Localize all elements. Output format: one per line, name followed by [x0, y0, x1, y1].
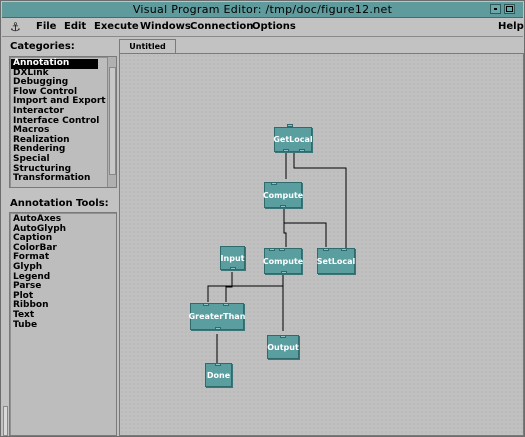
module-compute-middle-label: Compute — [262, 256, 304, 266]
tools-label: Annotation Tools: — [10, 198, 109, 209]
module-output[interactable]: Output — [267, 335, 299, 359]
tab-untitled[interactable]: Untitled — [119, 39, 176, 54]
module-getlocal-label: GetLocal — [273, 135, 313, 144]
wire-compute-compute — [283, 209, 287, 247]
module-compute-top-label: Compute — [262, 190, 304, 200]
categories-scroll-thumb[interactable] — [109, 67, 116, 175]
input-port[interactable] — [271, 182, 277, 185]
window-title: Visual Program Editor: /tmp/doc/figure12… — [132, 3, 393, 16]
menu-execute[interactable]: Execute — [94, 21, 139, 32]
module-input[interactable]: Input — [220, 246, 245, 270]
module-setlocal-label: SetLocal — [316, 256, 356, 266]
minimize-button[interactable] — [490, 4, 501, 14]
input-port[interactable] — [215, 363, 221, 366]
category-item[interactable]: Transformation — [11, 174, 107, 184]
input-port[interactable] — [323, 248, 329, 251]
categories-list[interactable]: Annotation DXLink Debugging Flow Control Imp… — [9, 56, 117, 188]
input-port[interactable] — [341, 248, 347, 251]
menu-help[interactable]: Help — [498, 21, 524, 32]
input-port[interactable] — [287, 124, 293, 127]
input-port[interactable] — [269, 248, 275, 251]
anchor-icon[interactable]: ⚓ — [10, 20, 21, 34]
input-port[interactable] — [280, 335, 286, 338]
module-input-label: Input — [220, 253, 245, 263]
tool-item[interactable]: Tube — [11, 320, 111, 331]
program-canvas[interactable]: GetLocal Compute Input Compute SetLocal — [119, 53, 524, 436]
module-setlocal[interactable]: SetLocal — [317, 248, 355, 274]
tools-items: AutoAxes AutoGlyph Caption ColorBar Format Gl… — [11, 214, 111, 331]
module-compute-top[interactable]: Compute — [262, 182, 304, 208]
menu-edit[interactable]: Edit — [64, 21, 86, 32]
categories-label: Categories: — [10, 41, 75, 52]
module-greaterthan-label: GreaterThan — [188, 312, 246, 321]
wire-compute-setlocal — [284, 222, 327, 247]
input-port[interactable] — [279, 248, 285, 251]
input-port[interactable] — [223, 303, 229, 306]
menu-connection[interactable]: Connection — [190, 21, 253, 32]
resize-handle[interactable] — [3, 406, 8, 436]
vpe-window: Visual Program Editor: /tmp/doc/figure12… — [0, 0, 525, 437]
menu-windows[interactable]: Windows — [140, 21, 191, 32]
wire-input-greaterthan-a — [225, 272, 233, 302]
menu-file[interactable]: File — [36, 21, 56, 32]
output-port[interactable] — [215, 327, 221, 330]
module-done-label: Done — [206, 370, 231, 380]
input-port[interactable] — [203, 303, 209, 306]
title-bar[interactable]: Visual Program Editor: /tmp/doc/figure12… — [2, 2, 523, 18]
categories-items: Annotation DXLink Debugging Flow Control Imp… — [11, 58, 107, 184]
module-getlocal[interactable]: GetLocal — [273, 124, 313, 152]
maximize-button[interactable] — [504, 4, 515, 14]
menu-options[interactable]: Options — [252, 21, 296, 32]
output-port[interactable] — [280, 205, 286, 208]
categories-scrollbar[interactable] — [107, 57, 116, 187]
output-port[interactable] — [299, 149, 305, 152]
menu-bar: ⚓ File Edit Execute Windows Connection O… — [2, 18, 524, 37]
module-output-label: Output — [267, 342, 299, 352]
connection-wires — [207, 148, 347, 363]
output-port[interactable] — [283, 149, 289, 152]
module-compute-middle[interactable]: Compute — [262, 248, 304, 274]
output-port[interactable] — [230, 267, 236, 270]
module-greaterthan[interactable]: GreaterThan — [188, 303, 246, 330]
wire-compute-greaterthan — [207, 275, 284, 302]
tools-list[interactable]: AutoAxes AutoGlyph Caption ColorBar Format Gl… — [9, 212, 117, 436]
module-done[interactable]: Done — [205, 363, 232, 387]
output-port[interactable] — [281, 271, 287, 274]
